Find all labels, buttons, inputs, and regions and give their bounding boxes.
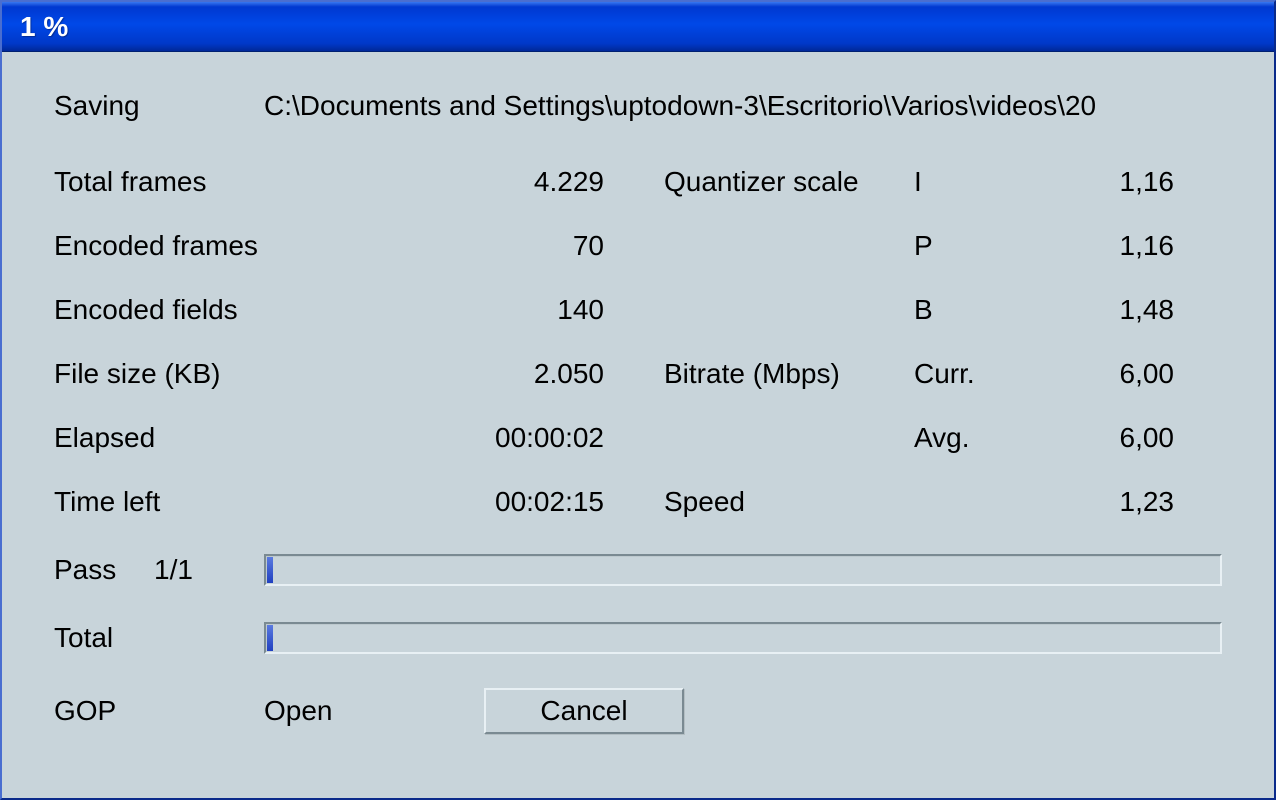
quantizer-p-label: P — [914, 230, 1034, 262]
bitrate-avg-label: Avg. — [914, 422, 1034, 454]
row-elapsed: Elapsed 00:00:02 Avg. 6,00 — [54, 422, 1222, 456]
total-progress-row: Total — [54, 618, 1222, 658]
elapsed-value: 00:00:02 — [264, 422, 604, 454]
speed-label: Speed — [664, 486, 914, 518]
total-label: Total — [54, 622, 154, 654]
total-frames-value: 4.229 — [264, 166, 604, 198]
row-file-size: File size (KB) 2.050 Bitrate (Mbps) Curr… — [54, 358, 1222, 392]
gop-label: GOP — [54, 695, 264, 727]
cancel-button[interactable]: Cancel — [484, 688, 684, 734]
pass-progress-row: Pass 1/1 — [54, 550, 1222, 590]
dialog-content: Saving C:\Documents and Settings\uptodow… — [2, 52, 1274, 756]
saving-path: C:\Documents and Settings\uptodown-3\Esc… — [264, 90, 1222, 122]
row-encoded-fields: Encoded fields 140 B 1,48 — [54, 294, 1222, 328]
pass-label: Pass — [54, 554, 154, 586]
titlebar[interactable]: 1 % — [2, 2, 1274, 52]
quantizer-i-label: I — [914, 166, 1034, 198]
bitrate-curr-label: Curr. — [914, 358, 1034, 390]
window-title: 1 % — [20, 11, 68, 43]
bitrate-avg-value: 6,00 — [1034, 422, 1174, 454]
encoded-fields-label: Encoded fields — [54, 294, 264, 326]
bitrate-label: Bitrate (Mbps) — [664, 358, 914, 390]
time-left-value: 00:02:15 — [264, 486, 604, 518]
pass-value: 1/1 — [154, 554, 264, 586]
quantizer-p-value: 1,16 — [1034, 230, 1174, 262]
time-left-label: Time left — [54, 486, 264, 518]
file-size-label: File size (KB) — [54, 358, 264, 390]
row-time-left: Time left 00:02:15 Speed 1,23 — [54, 486, 1222, 520]
quantizer-label: Quantizer scale — [664, 166, 914, 198]
quantizer-i-value: 1,16 — [1034, 166, 1174, 198]
bottom-row: GOP Open Cancel — [54, 686, 1222, 736]
total-frames-label: Total frames — [54, 166, 264, 198]
total-progress-fill — [267, 625, 273, 651]
bitrate-curr-value: 6,00 — [1034, 358, 1174, 390]
speed-value: 1,23 — [1034, 486, 1174, 518]
saving-row: Saving C:\Documents and Settings\uptodow… — [54, 90, 1222, 124]
encoded-frames-label: Encoded frames — [54, 230, 264, 262]
pass-progress-bar — [264, 554, 1222, 586]
file-size-value: 2.050 — [264, 358, 604, 390]
encoding-progress-dialog: 1 % Saving C:\Documents and Settings\upt… — [0, 0, 1276, 800]
encoded-fields-value: 140 — [264, 294, 604, 326]
gop-value: Open — [264, 695, 484, 727]
total-progress-bar — [264, 622, 1222, 654]
elapsed-label: Elapsed — [54, 422, 264, 454]
quantizer-b-value: 1,48 — [1034, 294, 1174, 326]
row-encoded-frames: Encoded frames 70 P 1,16 — [54, 230, 1222, 264]
encoded-frames-value: 70 — [264, 230, 604, 262]
pass-progress-fill — [267, 557, 273, 583]
row-total-frames: Total frames 4.229 Quantizer scale I 1,1… — [54, 166, 1222, 200]
saving-label: Saving — [54, 90, 264, 122]
quantizer-b-label: B — [914, 294, 1034, 326]
